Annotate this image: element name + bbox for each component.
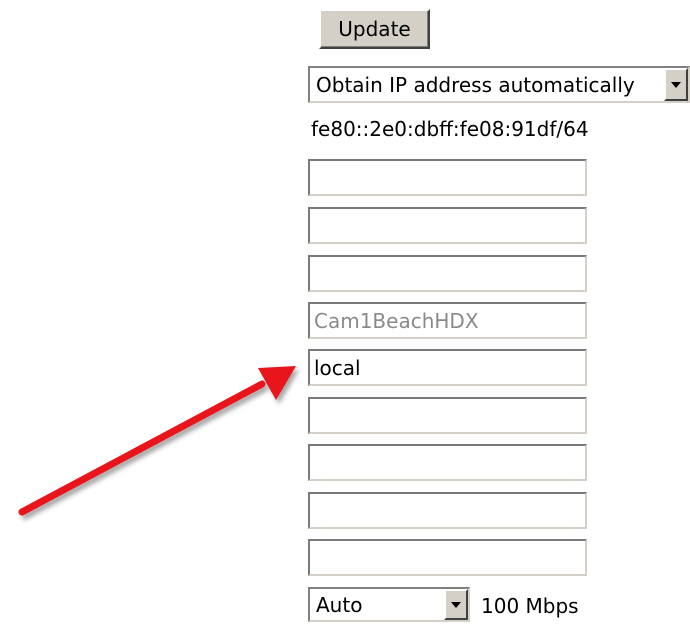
ip-mode-selected-value: Obtain IP address automatically xyxy=(316,72,635,97)
chevron-down-icon[interactable] xyxy=(664,68,688,101)
text-field-6[interactable] xyxy=(308,397,587,434)
text-field-8[interactable] xyxy=(308,492,587,529)
text-field-1[interactable] xyxy=(308,159,587,196)
text-field-2[interactable] xyxy=(308,207,587,244)
hostname-field[interactable] xyxy=(308,302,587,339)
text-field-9[interactable] xyxy=(308,539,587,576)
text-field-7[interactable] xyxy=(308,444,587,481)
update-button[interactable]: Update xyxy=(319,9,430,49)
link-speed-status: 100 Mbps xyxy=(481,594,579,618)
domain-field[interactable] xyxy=(308,349,587,386)
link-speed-select[interactable]: Auto xyxy=(308,587,470,622)
link-speed-selected-value: Auto xyxy=(316,592,363,617)
ipv6-address: fe80::2e0:dbff:fe08:91df/64 xyxy=(311,117,589,141)
chevron-down-icon[interactable] xyxy=(444,589,468,620)
text-field-3[interactable] xyxy=(308,255,587,292)
ip-mode-select[interactable]: Obtain IP address automatically xyxy=(308,66,690,103)
